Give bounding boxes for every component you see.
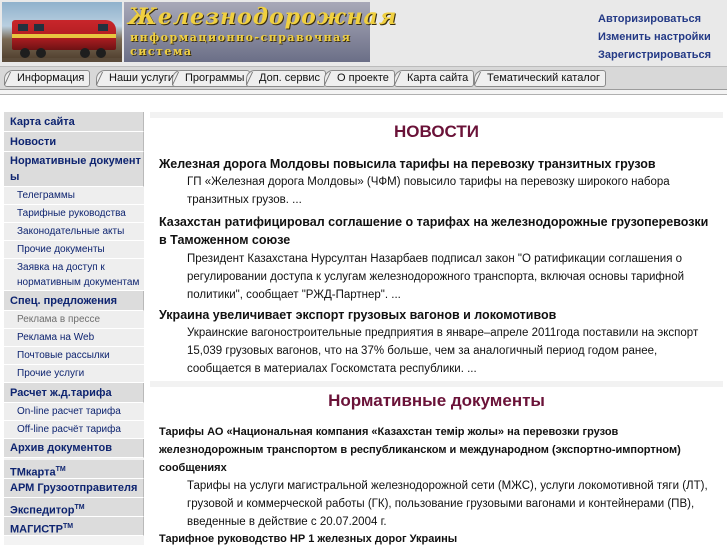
sidebar-item-norm-docs-line1: Нормативные документ	[10, 155, 141, 167]
news-panel: НОВОСТИ Железная дорога Молдовы повысила…	[150, 118, 723, 381]
sidebar: Карта сайта Новости Нормативные документ…	[4, 112, 144, 545]
nav-divider	[0, 90, 727, 95]
logo-subtitle-2: система	[130, 45, 193, 58]
nav-tab-catalog[interactable]: Тематический каталог	[474, 70, 606, 87]
sidebar-sub-other-services[interactable]: Прочие услуги	[4, 365, 144, 383]
sidebar-sub-access-line1: Заявка на доступ к	[17, 262, 105, 273]
sidebar-sub-telegrams[interactable]: Телеграммы	[4, 187, 144, 205]
nav-tab-extra[interactable]: Доп. сервис	[246, 70, 326, 87]
news-headline[interactable]: Украина увеличивает экспорт грузовых ваг…	[159, 306, 715, 324]
nav-tab-services[interactable]: Наши услуги	[96, 70, 181, 87]
trademark-mark: TM	[55, 466, 66, 473]
news-headline[interactable]: Казахстан ратифицировал соглашение о тар…	[159, 213, 715, 249]
register-link[interactable]: Зарегистрироваться	[598, 46, 711, 64]
sidebar-item-tariff-calc[interactable]: Расчет ж.д.тарифа	[4, 383, 144, 403]
docs-panel: Нормативные документы Тарифы АО «Национа…	[150, 387, 723, 545]
nav-tab-programs[interactable]: Программы	[172, 70, 251, 87]
user-links: Авторизироваться Изменить настройки Заре…	[598, 10, 711, 64]
news-summary: ГП «Железная дорога Молдовы» (ЧФМ) повыс…	[187, 176, 670, 206]
sidebar-sub-tariff-guides[interactable]: Тарифные руководства	[4, 205, 144, 223]
news-summary: Украинские вагоностроительные предприяти…	[187, 327, 699, 375]
sidebar-item-forwarder[interactable]: ЭкспедиторTM	[4, 498, 144, 517]
sidebar-item-archive[interactable]: Архив документов	[4, 439, 144, 458]
nav-tab-about[interactable]: О проекте	[324, 70, 395, 87]
site-logo[interactable]: Железнодорожная информационно-справочная…	[124, 2, 396, 62]
sidebar-sub-press-ads: Реклама в прессе	[4, 311, 144, 329]
nav-tab-info[interactable]: Информация	[4, 70, 91, 87]
sidebar-sub-online-calc[interactable]: On-line расчет тарифа	[4, 403, 144, 421]
nav-tab-sitemap[interactable]: Карта сайта	[394, 70, 475, 87]
logo-title: Железнодорожная	[128, 4, 398, 30]
sidebar-sub-access-line2: нормативным документам	[17, 277, 140, 288]
sidebar-item-magistr[interactable]: МАГИСТРTM	[4, 517, 144, 536]
news-headline[interactable]: Железная дорога Молдовы повысила тарифы …	[159, 155, 715, 173]
top-navigation: Информация Наши услуги Программы Доп. се…	[0, 66, 727, 90]
trademark-mark: TM	[62, 523, 74, 530]
sidebar-item-norm-docs[interactable]: Нормативные документ ы	[4, 152, 144, 187]
doc-headline[interactable]: Тарифное руководство НР 1 железных дорог…	[159, 530, 715, 545]
doc-summary: Тарифы на услуги магистральной железнодо…	[187, 480, 708, 528]
sidebar-item-tm-map[interactable]: ТМкартаTM	[4, 460, 144, 479]
login-link[interactable]: Авторизироваться	[598, 10, 711, 28]
sidebar-sub-legislation[interactable]: Законодательные акты	[4, 223, 144, 241]
sidebar-item-special-offers[interactable]: Спец. предложения	[4, 291, 144, 311]
sidebar-sub-access-request[interactable]: Заявка на доступ к нормативным документа…	[4, 259, 144, 291]
tm-map-label: ТМкарта	[10, 466, 56, 479]
sidebar-item-news[interactable]: Новости	[4, 132, 144, 152]
news-title: НОВОСТИ	[393, 122, 480, 141]
sidebar-item-arm[interactable]: АРМ Грузоотправителя	[4, 479, 144, 498]
doc-headline[interactable]: Тарифы АО «Национальная компания «Казахс…	[159, 423, 715, 477]
settings-link[interactable]: Изменить настройки	[598, 28, 711, 46]
main-content: НОВОСТИ Железная дорога Молдовы повысила…	[150, 112, 723, 545]
sidebar-sub-mailings[interactable]: Почтовые рассылки	[4, 347, 144, 365]
magistr-label: МАГИСТР	[10, 523, 63, 536]
forwarder-label: Экспедитор	[10, 504, 75, 517]
trademark-mark: TM	[74, 504, 85, 511]
sidebar-sub-web-ads[interactable]: Реклама на Web	[4, 329, 144, 347]
sidebar-item-sitemap[interactable]: Карта сайта	[4, 112, 144, 132]
sidebar-item-norm-docs-line2: ы	[10, 171, 20, 183]
locomotive-photo	[2, 2, 122, 62]
docs-title: Нормативные документы	[328, 391, 545, 410]
header: Железнодорожная информационно-справочная…	[0, 0, 727, 66]
sidebar-sub-other-docs[interactable]: Прочие документы	[4, 241, 144, 259]
logo-subtitle-1: информационно-справочная	[130, 31, 352, 44]
sidebar-sub-offline-calc[interactable]: Off-line расчёт тарифа	[4, 421, 144, 439]
news-summary: Президент Казахстана Нурсултан Назарбаев…	[187, 253, 685, 301]
